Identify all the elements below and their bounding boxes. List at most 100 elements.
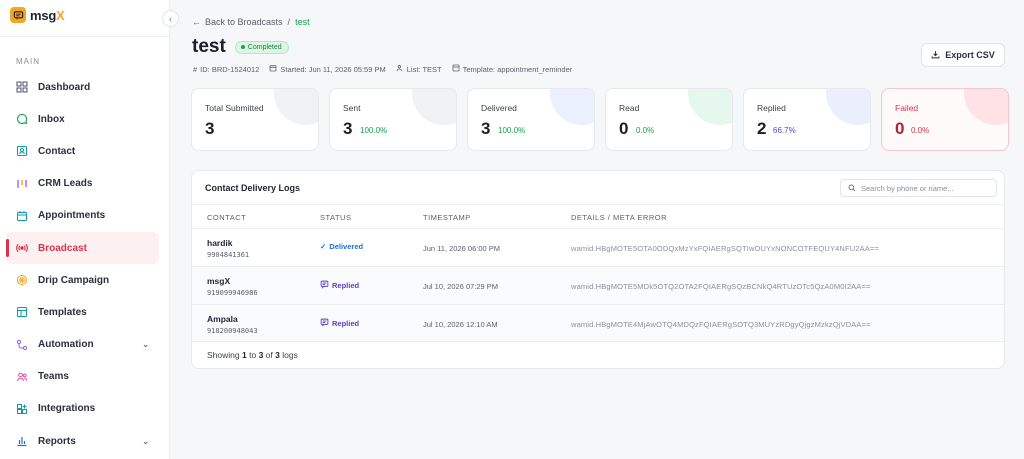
card-decoration: [964, 89, 1008, 125]
reply-message-icon: [320, 280, 329, 291]
export-csv-button[interactable]: Export CSV: [921, 43, 1005, 67]
chevron-down-icon[interactable]: ⌄: [142, 340, 149, 349]
sidebar-item-label: Templates: [38, 306, 87, 318]
stat-value: 3: [343, 119, 353, 138]
sidebar-item-inbox[interactable]: Inbox: [6, 103, 159, 135]
timestamp: Jun 11, 2026 06:00 PM: [423, 244, 500, 253]
stat-value: 0: [619, 119, 629, 138]
stat-label: Delivered: [481, 103, 517, 113]
stat-label: Failed: [895, 103, 919, 113]
sidebar-item-label: CRM Leads: [38, 178, 93, 190]
sidebar-item-contact[interactable]: Contact: [6, 135, 159, 167]
column-header-contact: CONTACT: [207, 213, 247, 222]
stat-card-read: Read 0 0.0%: [605, 88, 733, 151]
breadcrumb-separator: /: [287, 17, 291, 27]
arrow-left-icon: ←: [192, 17, 201, 27]
calendar-icon: [269, 64, 277, 74]
stat-percent: 66.7%: [773, 126, 796, 135]
meta-template: Template: appointment_reminder: [452, 64, 572, 74]
reports-icon: [16, 435, 28, 447]
panel-header: Contact Delivery Logs: [192, 171, 1004, 205]
stat-value: 3: [481, 119, 491, 138]
drip-icon: [16, 274, 28, 286]
timestamp: Jul 10, 2026 07:29 PM: [423, 282, 499, 291]
card-decoration: [550, 89, 594, 125]
sidebar-item-label: Teams: [38, 371, 69, 383]
dashboard-icon: [16, 81, 28, 93]
meta-id: # ID: BRD-1524012: [193, 64, 260, 74]
breadcrumb-current: test: [295, 17, 310, 27]
sidebar-divider: [0, 36, 170, 37]
stat-label: Replied: [757, 103, 786, 113]
collapse-sidebar-button[interactable]: ‹: [162, 10, 179, 27]
logo-icon: [10, 7, 26, 23]
pagination-summary: Showing 1 to 3 of 3 logs: [207, 350, 298, 360]
users-icon: [396, 64, 404, 74]
chevron-down-icon[interactable]: ⌄: [142, 437, 149, 446]
sidebar-item-appointments[interactable]: Appointments: [6, 200, 159, 232]
templates-icon: [16, 306, 28, 318]
sidebar-item-label: Integrations: [38, 403, 96, 415]
card-decoration: [826, 89, 870, 125]
sidebar-item-teams[interactable]: Teams: [6, 361, 159, 393]
card-decoration: [412, 89, 456, 125]
sidebar-nav: Dashboard Inbox Contact CRM Leads Appoin…: [6, 71, 159, 457]
sidebar-item-dashboard[interactable]: Dashboard: [6, 71, 159, 103]
brand-name: msgX: [30, 7, 65, 23]
column-header-status: STATUS: [320, 213, 352, 222]
card-decoration: [688, 89, 732, 125]
sidebar-item-label: Contact: [38, 145, 76, 157]
status-replied: Replied: [320, 318, 359, 329]
table-row[interactable]: Ampala 918200948043 Replied Jul 10, 2026…: [192, 304, 1004, 342]
contact-card-icon: [16, 145, 28, 157]
sidebar-item-crm-leads[interactable]: CRM Leads: [6, 168, 159, 200]
stat-card-replied: Replied 2 66.7%: [743, 88, 871, 151]
timestamp: Jul 10, 2026 12:10 AM: [423, 319, 498, 329]
column-header-timestamp: TIMESTAMP: [423, 213, 471, 222]
download-icon: [931, 50, 940, 61]
brand[interactable]: msgX: [10, 7, 65, 23]
search-icon: [848, 179, 856, 197]
sidebar-item-label: Appointments: [38, 210, 106, 222]
contact-delivery-logs-panel: Contact Delivery Logs CONTACT STATUS TIM…: [191, 170, 1005, 369]
contact-name: hardik: [207, 238, 233, 248]
stat-value: 3: [205, 119, 215, 138]
sidebar-item-integrations[interactable]: Integrations: [6, 393, 159, 425]
sidebar-item-drip-campaign[interactable]: Drip Campaign: [6, 264, 159, 296]
stat-card-total-submitted: Total Submitted 3: [191, 88, 319, 151]
chat-bubble-icon: [16, 113, 28, 125]
contact-phone: 9904841361: [207, 251, 250, 259]
message-details: wamid.HBgMOTE5MDk5OTQ2OTA2FQIAERgSQzBCNk…: [571, 282, 871, 291]
table-row[interactable]: hardik 9904841361 ✓ Delivered Jun 11, 202…: [192, 229, 1004, 267]
stat-label: Read: [619, 103, 640, 113]
contact-phone: 918200948043: [207, 326, 258, 335]
contact-name: msgX: [207, 276, 231, 286]
panel-title: Contact Delivery Logs: [205, 183, 301, 193]
stat-card-sent: Sent 3 100.0%: [329, 88, 457, 151]
title-row: test Completed: [192, 36, 289, 58]
status-delivered: ✓ Delivered: [320, 242, 364, 251]
sidebar-item-broadcast[interactable]: Broadcast: [6, 231, 159, 265]
meta-list: List: TEST: [396, 64, 442, 74]
sidebar-item-templates[interactable]: Templates: [6, 296, 159, 328]
sidebar-section-label: MAIN: [16, 57, 40, 66]
stat-label: Total Submitted: [205, 103, 264, 113]
message-details: wamid.HBgMOTE5OTA0ODQxMzYxFQIAERgSQTIwOU…: [571, 244, 879, 253]
search-input[interactable]: [861, 183, 991, 193]
calendar-icon: [16, 210, 28, 222]
table-row[interactable]: msgX 919099946986 Replied Jul 10, 2026 0…: [192, 267, 1004, 305]
chevron-left-icon: ‹: [169, 13, 172, 24]
contact-phone: 919099946986: [207, 289, 258, 297]
stat-value: 2: [757, 119, 767, 138]
message-details: wamid.HBgMOTE4MjAwOTQ4MDQzFQIAERgSOTQ3MU…: [571, 319, 871, 329]
status-dot-icon: [240, 45, 245, 49]
breadcrumb: ← Back to Broadcasts / test: [192, 17, 310, 27]
stat-percent: 0.0%: [636, 126, 655, 135]
stat-value: 0: [895, 119, 905, 138]
sidebar-item-reports[interactable]: Reports ⌄: [6, 425, 159, 457]
sidebar-item-automation[interactable]: Automation ⌄: [6, 329, 159, 361]
search-box: [840, 179, 997, 197]
sidebar-item-label: Inbox: [38, 113, 65, 125]
template-icon: [452, 64, 460, 74]
back-to-broadcasts-link[interactable]: ← Back to Broadcasts: [192, 17, 283, 27]
